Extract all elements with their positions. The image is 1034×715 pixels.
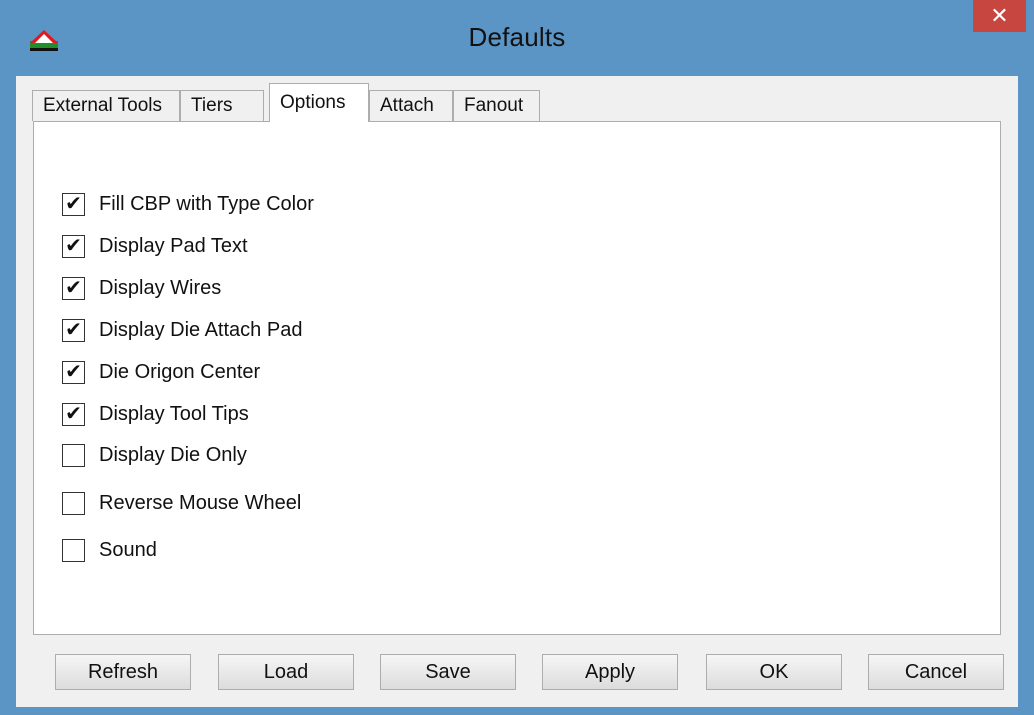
close-button[interactable]: ✕ [973,0,1026,32]
defaults-dialog: Defaults ✕ External Tools Tiers Options … [0,0,1034,715]
option-label: Display Tool Tips [99,402,249,425]
option-display-die-only[interactable]: Display Die Only [62,440,247,470]
tab-external-tools[interactable]: External Tools [32,90,180,121]
checkbox[interactable]: ✔ [62,276,85,300]
option-display-tool-tips[interactable]: ✔ Display Tool Tips [62,399,249,429]
checkbox[interactable] [62,538,85,562]
checkbox[interactable]: ✔ [62,234,85,258]
checkbox[interactable] [62,491,85,515]
close-icon: ✕ [990,3,1009,28]
option-display-die-attach-pad[interactable]: ✔ Display Die Attach Pad [62,315,302,345]
cancel-button[interactable]: Cancel [868,654,1004,690]
option-display-pad-text[interactable]: ✔ Display Pad Text [62,231,248,261]
tab-fanout[interactable]: Fanout [453,90,540,121]
dialog-body: External Tools Tiers Options Attach Fano… [16,76,1018,707]
save-button[interactable]: Save [380,654,516,690]
checkmark-icon: ✔ [65,403,82,425]
load-button[interactable]: Load [218,654,354,690]
option-die-origon-center[interactable]: ✔ Die Origon Center [62,357,260,387]
option-label: Fill CBP with Type Color [99,192,314,215]
option-label: Display Die Attach Pad [99,318,303,341]
checkmark-icon: ✔ [65,193,82,215]
checkmark-icon: ✔ [65,361,82,383]
title-bar[interactable]: Defaults ✕ [0,0,1034,76]
checkbox[interactable]: ✔ [62,402,85,426]
tab-options[interactable]: Options [269,83,369,122]
option-label: Display Die Only [99,443,247,466]
checkmark-icon: ✔ [65,235,82,257]
checkmark-icon: ✔ [65,319,82,341]
option-label: Reverse Mouse Wheel [99,491,302,514]
tab-tiers[interactable]: Tiers [180,90,264,121]
option-label: Display Pad Text [99,234,248,257]
option-display-wires[interactable]: ✔ Display Wires [62,273,221,303]
window-title: Defaults [468,22,566,52]
option-sound[interactable]: Sound [62,535,157,565]
option-reverse-mouse-wheel[interactable]: Reverse Mouse Wheel [62,488,301,518]
option-fill-cbp[interactable]: ✔ Fill CBP with Type Color [62,189,314,219]
checkbox[interactable]: ✔ [62,318,85,342]
tab-attach[interactable]: Attach [369,90,453,121]
ok-button[interactable]: OK [706,654,842,690]
refresh-button[interactable]: Refresh [55,654,191,690]
apply-button[interactable]: Apply [542,654,678,690]
option-label: Display Wires [99,276,222,299]
checkmark-icon: ✔ [65,277,82,299]
option-label: Die Origon Center [99,360,261,383]
checkbox[interactable]: ✔ [62,360,85,384]
checkbox[interactable]: ✔ [62,192,85,216]
option-label: Sound [99,538,157,561]
checkbox[interactable] [62,443,85,467]
options-panel: ✔ Fill CBP with Type Color ✔ Display Pad… [33,121,1001,635]
